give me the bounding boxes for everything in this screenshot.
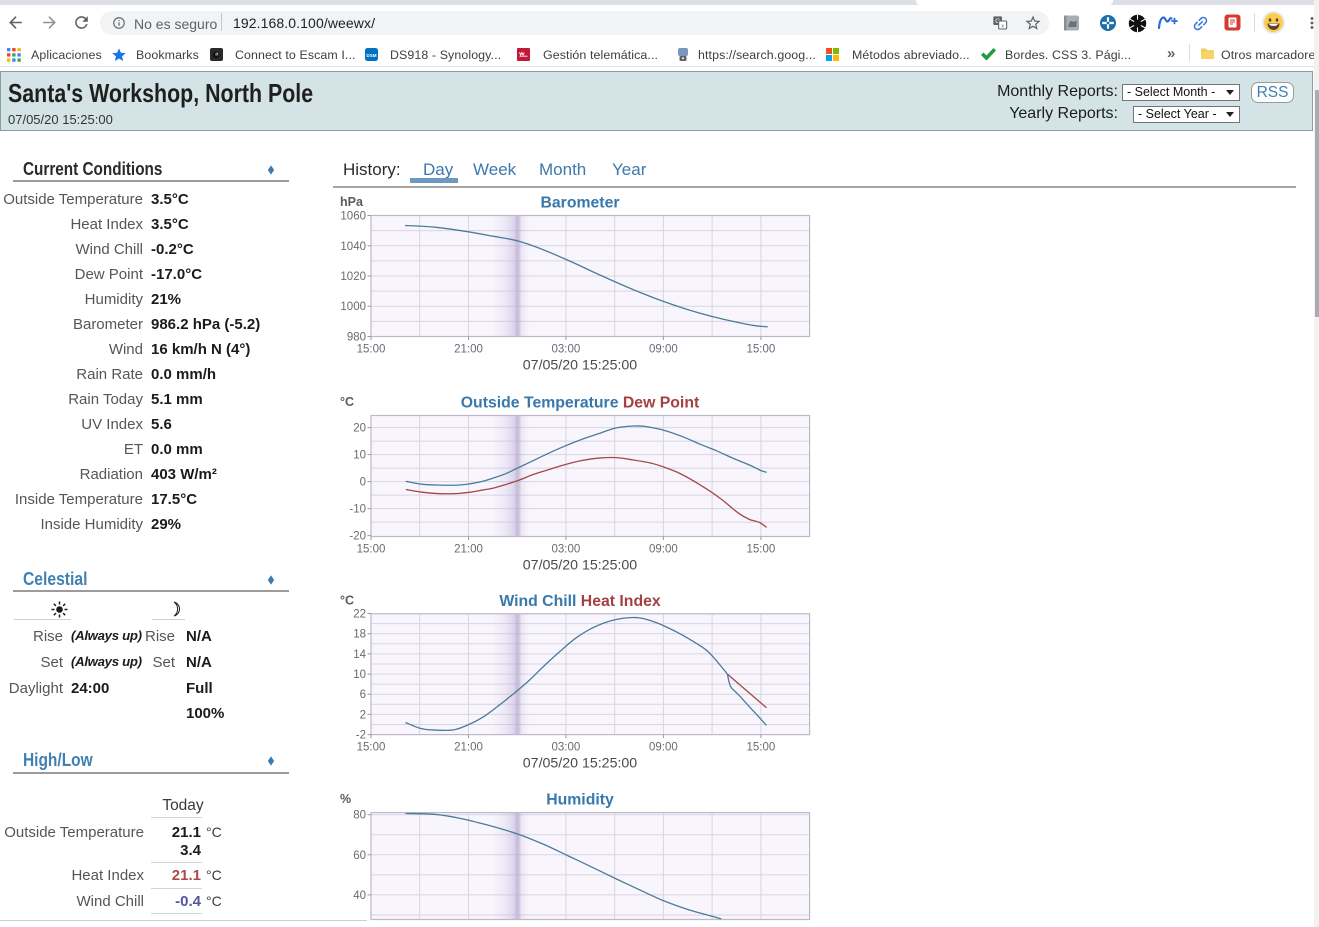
svg-text:2: 2 [360, 709, 366, 721]
svg-text:°C: °C [340, 593, 354, 607]
svg-text:Barometer: Barometer [540, 195, 619, 212]
svg-text:1020: 1020 [340, 271, 366, 283]
svg-text:07/05/20 15:25:00: 07/05/20 15:25:00 [523, 756, 638, 772]
svg-text:Outside Temperature Dew Point: Outside Temperature Dew Point [461, 395, 700, 412]
svg-text:60: 60 [353, 850, 366, 862]
svg-text:21:00: 21:00 [454, 544, 483, 556]
svg-text:03:00: 03:00 [552, 344, 581, 356]
svg-text:09:00: 09:00 [649, 344, 678, 356]
svg-text:1000: 1000 [340, 301, 366, 313]
svg-text:21:00: 21:00 [454, 344, 483, 356]
svg-text:10: 10 [353, 669, 366, 681]
svg-text:15:00: 15:00 [357, 544, 386, 556]
svg-text:07/05/20 15:25:00: 07/05/20 15:25:00 [523, 558, 638, 574]
svg-text:09:00: 09:00 [649, 544, 678, 556]
svg-text:80: 80 [353, 810, 366, 822]
svg-text:-10: -10 [349, 504, 366, 516]
svg-text:03:00: 03:00 [552, 742, 581, 754]
svg-text:Humidity: Humidity [546, 792, 614, 809]
svg-text:22: 22 [353, 609, 366, 621]
svg-text:Wind Chill Heat Index: Wind Chill Heat Index [499, 593, 661, 610]
svg-text:15:00: 15:00 [357, 742, 386, 754]
svg-text:15:00: 15:00 [747, 544, 776, 556]
svg-text:10: 10 [353, 450, 366, 462]
svg-text:18: 18 [353, 629, 366, 641]
svg-text:14: 14 [353, 649, 366, 661]
svg-text:15:00: 15:00 [357, 344, 386, 356]
svg-text:6: 6 [360, 689, 366, 701]
svg-text:°C: °C [340, 395, 354, 409]
svg-text:15:00: 15:00 [747, 344, 776, 356]
svg-text:0: 0 [360, 477, 366, 489]
svg-text:-2: -2 [356, 730, 366, 742]
svg-text:20: 20 [353, 423, 366, 435]
svg-text:07/05/20 15:25:00: 07/05/20 15:25:00 [523, 358, 638, 374]
svg-text:09:00: 09:00 [649, 742, 678, 754]
svg-text:-20: -20 [349, 531, 366, 543]
svg-text:%: % [340, 792, 351, 806]
svg-text:21:00: 21:00 [454, 742, 483, 754]
svg-text:1060: 1060 [340, 211, 366, 223]
svg-text:40: 40 [353, 890, 366, 902]
svg-text:03:00: 03:00 [552, 544, 581, 556]
svg-text:1040: 1040 [340, 241, 366, 253]
svg-text:15:00: 15:00 [747, 742, 776, 754]
svg-text:980: 980 [347, 332, 366, 344]
svg-text:hPa: hPa [340, 195, 364, 209]
